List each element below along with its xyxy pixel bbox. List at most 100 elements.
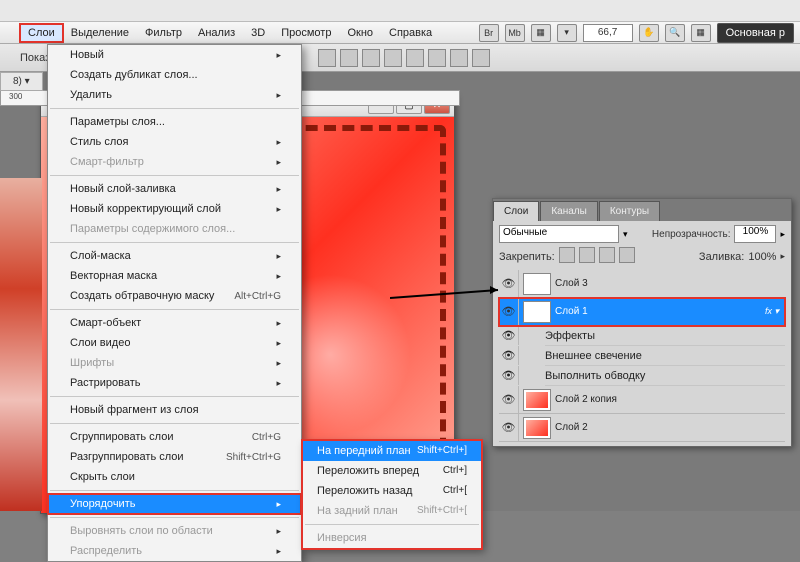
menu-layer-style[interactable]: Стиль слоя▸ <box>48 132 301 152</box>
menu-item-3d[interactable]: 3D <box>243 24 273 42</box>
menu-create-clipping-mask[interactable]: Создать обтравочную маскуAlt+Ctrl+G <box>48 286 301 306</box>
layer-thumb[interactable] <box>523 301 551 323</box>
submenu-bring-forward[interactable]: Переложить впередCtrl+] <box>303 461 481 481</box>
effect-item[interactable]: 👁Выполнить обводку <box>545 366 785 386</box>
layers-panel-body: Обычные ▾ Непрозрачность: 100% ▸ Закрепи… <box>493 221 791 446</box>
view-extras-icon[interactable]: ▦ <box>691 24 711 42</box>
layer-thumb[interactable] <box>523 389 551 411</box>
document-tab[interactable]: 8) ▾ <box>0 72 43 91</box>
menu-layer-properties[interactable]: Параметры слоя... <box>48 112 301 132</box>
menu-vector-mask[interactable]: Векторная маска▸ <box>48 266 301 286</box>
tab-channels[interactable]: Каналы <box>540 201 598 221</box>
menu-hide-layers[interactable]: Скрыть слои <box>48 467 301 487</box>
menu-separator <box>50 490 299 491</box>
menu-smart-object[interactable]: Смарт-объект▸ <box>48 313 301 333</box>
layer-effects-list: 👁Эффекты 👁Внешнее свечение 👁Выполнить об… <box>499 326 785 386</box>
br-icon[interactable]: Br <box>479 24 499 42</box>
menu-new[interactable]: Новый▸ <box>48 45 301 65</box>
menu-item-window[interactable]: Окно <box>339 24 381 42</box>
menu-group-layers[interactable]: Сгруппировать слоиCtrl+G <box>48 427 301 447</box>
menu-video-layers[interactable]: Слои видео▸ <box>48 333 301 353</box>
menu-item-layers[interactable]: Слои <box>20 24 63 42</box>
menu-align-layers: Выровнять слои по области▸ <box>48 521 301 541</box>
menu-type: Шрифты▸ <box>48 353 301 373</box>
align-icon[interactable] <box>362 49 380 67</box>
layer-list: 👁 Слой 3 👁 Слой 1 fx ▾ 👁Эффекты 👁Внешнее… <box>499 270 785 442</box>
menu-item-view[interactable]: Просмотр <box>273 24 339 42</box>
hand-icon[interactable]: ✋ <box>639 24 659 42</box>
screen-mode-icon[interactable]: ▦ <box>531 24 551 42</box>
align-icon[interactable] <box>450 49 468 67</box>
submenu-send-backward[interactable]: Переложить назадCtrl+[ <box>303 481 481 501</box>
align-icon[interactable] <box>428 49 446 67</box>
submenu-send-to-back: На задний планShift+Ctrl+[ <box>303 501 481 521</box>
lock-position-icon[interactable] <box>599 247 615 263</box>
menu-layer-content-options: Параметры содержимого слоя... <box>48 219 301 239</box>
menu-separator <box>50 108 299 109</box>
layer-name: Слой 2 <box>555 422 588 433</box>
layer-row[interactable]: 👁 Слой 2 <box>499 414 785 442</box>
window-chrome-top <box>0 0 800 22</box>
menu-arrange[interactable]: Упорядочить▸ <box>48 494 301 514</box>
layer-thumb[interactable] <box>523 417 551 439</box>
menu-separator <box>305 524 479 525</box>
submenu-reverse: Инверсия <box>303 528 481 548</box>
menu-item-help[interactable]: Справка <box>381 24 440 42</box>
fill-value[interactable]: 100% <box>748 251 776 263</box>
menu-separator <box>50 396 299 397</box>
menu-rasterize[interactable]: Растрировать▸ <box>48 373 301 393</box>
effect-item[interactable]: 👁Внешнее свечение <box>545 346 785 366</box>
layers-menu-dropdown: Новый▸ Создать дубликат слоя... Удалить▸… <box>47 44 302 562</box>
menu-layer-mask[interactable]: Слой-маска▸ <box>48 246 301 266</box>
menu-smart-filter: Смарт-фильтр▸ <box>48 152 301 172</box>
menu-delete[interactable]: Удалить▸ <box>48 85 301 105</box>
layer-row-selected[interactable]: 👁 Слой 1 fx ▾ <box>499 298 785 326</box>
layer-row[interactable]: 👁 Слой 3 <box>499 270 785 298</box>
fx-badge[interactable]: fx ▾ <box>765 306 779 317</box>
menu-new-adjustment-layer[interactable]: Новый корректирующий слой▸ <box>48 199 301 219</box>
menu-separator <box>50 175 299 176</box>
tab-paths[interactable]: Контуры <box>599 201 660 221</box>
visibility-eye-icon[interactable]: 👁 <box>499 386 519 413</box>
submenu-bring-to-front[interactable]: На передний планShift+Ctrl+] <box>303 441 481 461</box>
layer-row[interactable]: 👁 Слой 2 копия <box>499 386 785 414</box>
effects-header[interactable]: 👁Эффекты <box>545 326 785 346</box>
options-align-icons <box>318 49 490 67</box>
layer-thumb[interactable] <box>523 273 551 295</box>
align-icon[interactable] <box>340 49 358 67</box>
lock-image-icon[interactable] <box>579 247 595 263</box>
menu-new-fill-layer[interactable]: Новый слой-заливка▸ <box>48 179 301 199</box>
menu-ungroup-layers[interactable]: Разгруппировать слоиShift+Ctrl+G <box>48 447 301 467</box>
options-show-label: Показ <box>20 52 50 64</box>
menu-item-selection[interactable]: Выделение <box>63 24 137 42</box>
menu-item-filter[interactable]: Фильтр <box>137 24 190 42</box>
menu-separator <box>50 423 299 424</box>
arrange-icon[interactable]: ▾ <box>557 24 577 42</box>
mb-icon[interactable]: Mb <box>505 24 525 42</box>
menu-duplicate-layer[interactable]: Создать дубликат слоя... <box>48 65 301 85</box>
opacity-label: Непрозрачность: <box>652 229 731 240</box>
lock-transparent-icon[interactable] <box>559 247 575 263</box>
align-icon[interactable] <box>406 49 424 67</box>
menu-new-slice-from-layer[interactable]: Новый фрагмент из слоя <box>48 400 301 420</box>
menu-separator <box>50 309 299 310</box>
workspace-label[interactable]: Основная р <box>717 23 794 43</box>
blend-mode-select[interactable]: Обычные <box>499 225 619 243</box>
layer-name: Слой 1 <box>555 306 588 317</box>
zoom-value[interactable]: 66,7 <box>583 24 633 42</box>
menubar-right-tools: Br Mb ▦ ▾ 66,7 ✋ 🔍 ▦ Основная р <box>479 23 800 43</box>
left-image-strip <box>0 178 42 511</box>
lock-all-icon[interactable] <box>619 247 635 263</box>
align-icon[interactable] <box>472 49 490 67</box>
visibility-eye-icon[interactable]: 👁 <box>499 414 519 441</box>
ruler-mark: 300 <box>9 92 22 101</box>
align-icon[interactable] <box>318 49 336 67</box>
align-icon[interactable] <box>384 49 402 67</box>
layer-name: Слой 2 копия <box>555 394 617 405</box>
opacity-value[interactable]: 100% <box>734 225 776 243</box>
menu-separator <box>50 517 299 518</box>
menu-item-analysis[interactable]: Анализ <box>190 24 243 42</box>
menu-separator <box>50 242 299 243</box>
tab-layers[interactable]: Слои <box>493 201 539 221</box>
zoom-icon[interactable]: 🔍 <box>665 24 685 42</box>
